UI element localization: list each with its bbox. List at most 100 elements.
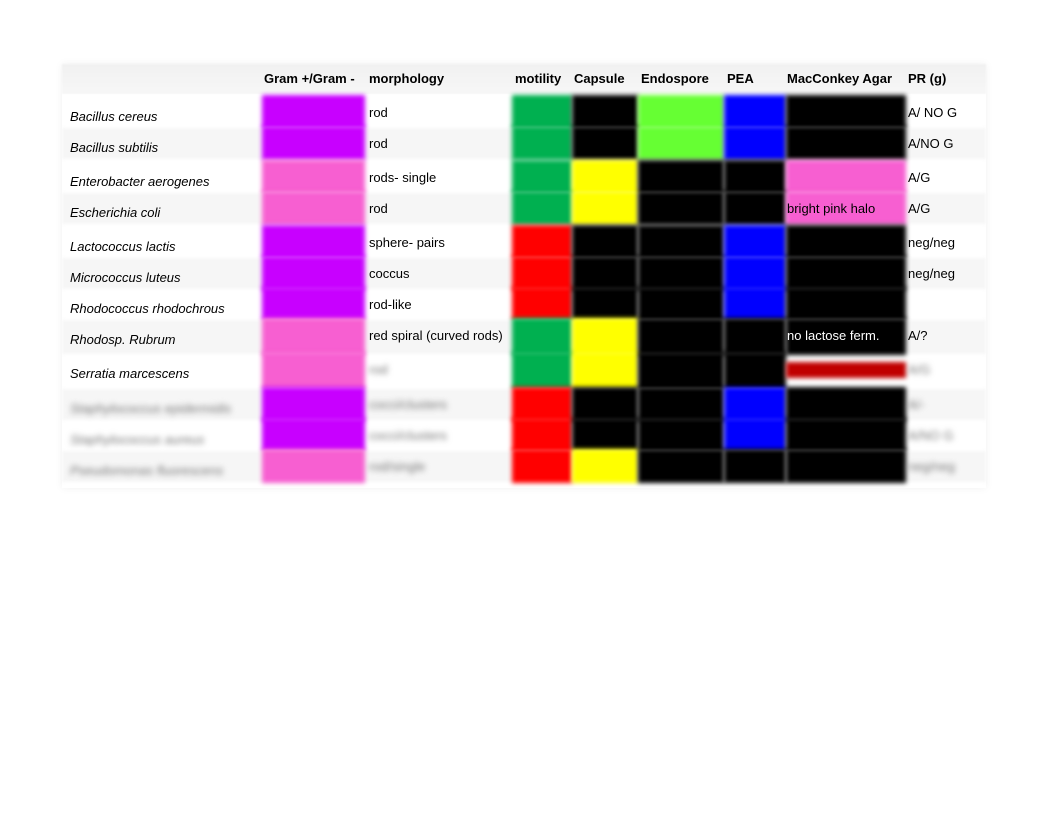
- morphology-value: rod: [369, 105, 388, 120]
- pea-cell: [724, 418, 786, 452]
- pr-value: A/G: [908, 201, 931, 216]
- pr-value: A/NO G: [908, 136, 954, 151]
- gram-cell: [262, 449, 365, 483]
- gram-cell: [262, 225, 365, 259]
- pr-value: A/G: [908, 362, 931, 377]
- pr-value: neg/neg: [908, 459, 955, 474]
- endospore-cell: [638, 352, 724, 390]
- capsule-cell: [572, 225, 638, 259]
- pea-cell: [724, 160, 786, 194]
- motility-cell: [512, 191, 572, 225]
- gram-cell: [262, 318, 365, 355]
- species-name: Staphylococcus epidermidis: [70, 401, 232, 416]
- gram-cell: [262, 287, 365, 321]
- macconkey-cell: [786, 387, 906, 421]
- gram-cell: [262, 418, 365, 452]
- morphology-value: rods- single: [369, 170, 437, 185]
- header-gram: Gram +/Gram -: [264, 71, 355, 86]
- gram-cell: [262, 160, 365, 194]
- pr-value: A/-: [908, 397, 925, 412]
- pr-value: A/?: [908, 328, 928, 343]
- macconkey-cell: [786, 362, 906, 378]
- endospore-cell: [638, 225, 724, 259]
- endospore-cell: [638, 318, 724, 355]
- morphology-value: rod: [369, 362, 388, 377]
- pr-value: A/ NO G: [908, 105, 958, 120]
- macconkey-note: bright pink halo: [787, 201, 876, 216]
- endospore-cell: [638, 449, 724, 483]
- capsule-cell: [572, 95, 638, 129]
- species-name: Micrococcus luteus: [70, 270, 181, 285]
- endospore-cell: [638, 387, 724, 421]
- gram-cell: [262, 387, 365, 421]
- pea-cell: [724, 256, 786, 290]
- pea-cell: [724, 352, 786, 390]
- pea-cell: [724, 191, 786, 225]
- species-name: Bacillus subtilis: [70, 140, 159, 155]
- pea-cell: [724, 126, 786, 160]
- endospore-cell: [638, 126, 724, 160]
- motility-cell: [512, 95, 572, 129]
- header-morphology: morphology: [369, 71, 445, 86]
- motility-cell: [512, 418, 572, 452]
- endospore-cell: [638, 160, 724, 194]
- capsule-cell: [572, 318, 638, 355]
- gram-cell: [262, 95, 365, 129]
- species-name: Serratia marcescens: [70, 366, 190, 381]
- motility-cell: [512, 160, 572, 194]
- species-name: Enterobacter aerogenes: [70, 174, 210, 189]
- endospore-cell: [638, 418, 724, 452]
- motility-cell: [512, 225, 572, 259]
- motility-cell: [512, 256, 572, 290]
- capsule-cell: [572, 126, 638, 160]
- macconkey-cell: [786, 95, 906, 129]
- pr-value: neg/neg: [908, 266, 955, 281]
- species-name: Bacillus cereus: [70, 109, 158, 124]
- endospore-cell: [638, 95, 724, 129]
- capsule-cell: [572, 160, 638, 194]
- motility-cell: [512, 352, 572, 390]
- macconkey-note: no lactose ferm.: [787, 328, 880, 343]
- header-pr: PR (g): [908, 71, 947, 86]
- capsule-cell: [572, 387, 638, 421]
- morphology-value: rod: [369, 201, 388, 216]
- pea-cell: [724, 318, 786, 355]
- pea-cell: [724, 287, 786, 321]
- species-name: Escherichia coli: [70, 205, 161, 220]
- morphology-value: rod: [369, 136, 388, 151]
- pr-value: A/NO G: [908, 428, 954, 443]
- endospore-cell: [638, 191, 724, 225]
- species-name: Pseudomonas fluorescens: [70, 463, 224, 478]
- morphology-value: coccus: [369, 266, 410, 281]
- species-name: Lactococcus lactis: [70, 239, 176, 254]
- morphology-value: cocci/clusters: [369, 428, 448, 443]
- pea-cell: [724, 449, 786, 483]
- motility-cell: [512, 387, 572, 421]
- gram-cell: [262, 256, 365, 290]
- motility-cell: [512, 126, 572, 160]
- pr-value: neg/neg: [908, 235, 955, 250]
- header-motility: motility: [515, 71, 562, 86]
- spreadsheet: Gram +/Gram - morphology motility Capsul…: [62, 64, 986, 488]
- capsule-cell: [572, 449, 638, 483]
- capsule-cell: [572, 418, 638, 452]
- header-macconkey: MacConkey Agar: [787, 71, 892, 86]
- pea-cell: [724, 225, 786, 259]
- morphology-value: rod/single: [369, 459, 426, 474]
- morphology-value: cocci/clusters: [369, 397, 448, 412]
- macconkey-cell: [786, 418, 906, 452]
- header-capsule: Capsule: [574, 71, 625, 86]
- motility-cell: [512, 318, 572, 355]
- endospore-cell: [638, 256, 724, 290]
- macconkey-cell: [786, 225, 906, 259]
- species-name: Rhodococcus rhodochrous: [70, 301, 225, 316]
- motility-cell: [512, 287, 572, 321]
- gram-cell: [262, 191, 365, 225]
- gram-cell: [262, 352, 365, 390]
- pea-cell: [724, 95, 786, 129]
- capsule-cell: [572, 352, 638, 390]
- morphology-value: red spiral (curved rods): [369, 328, 503, 343]
- capsule-cell: [572, 287, 638, 321]
- macconkey-cell: [786, 287, 906, 321]
- motility-cell: [512, 449, 572, 483]
